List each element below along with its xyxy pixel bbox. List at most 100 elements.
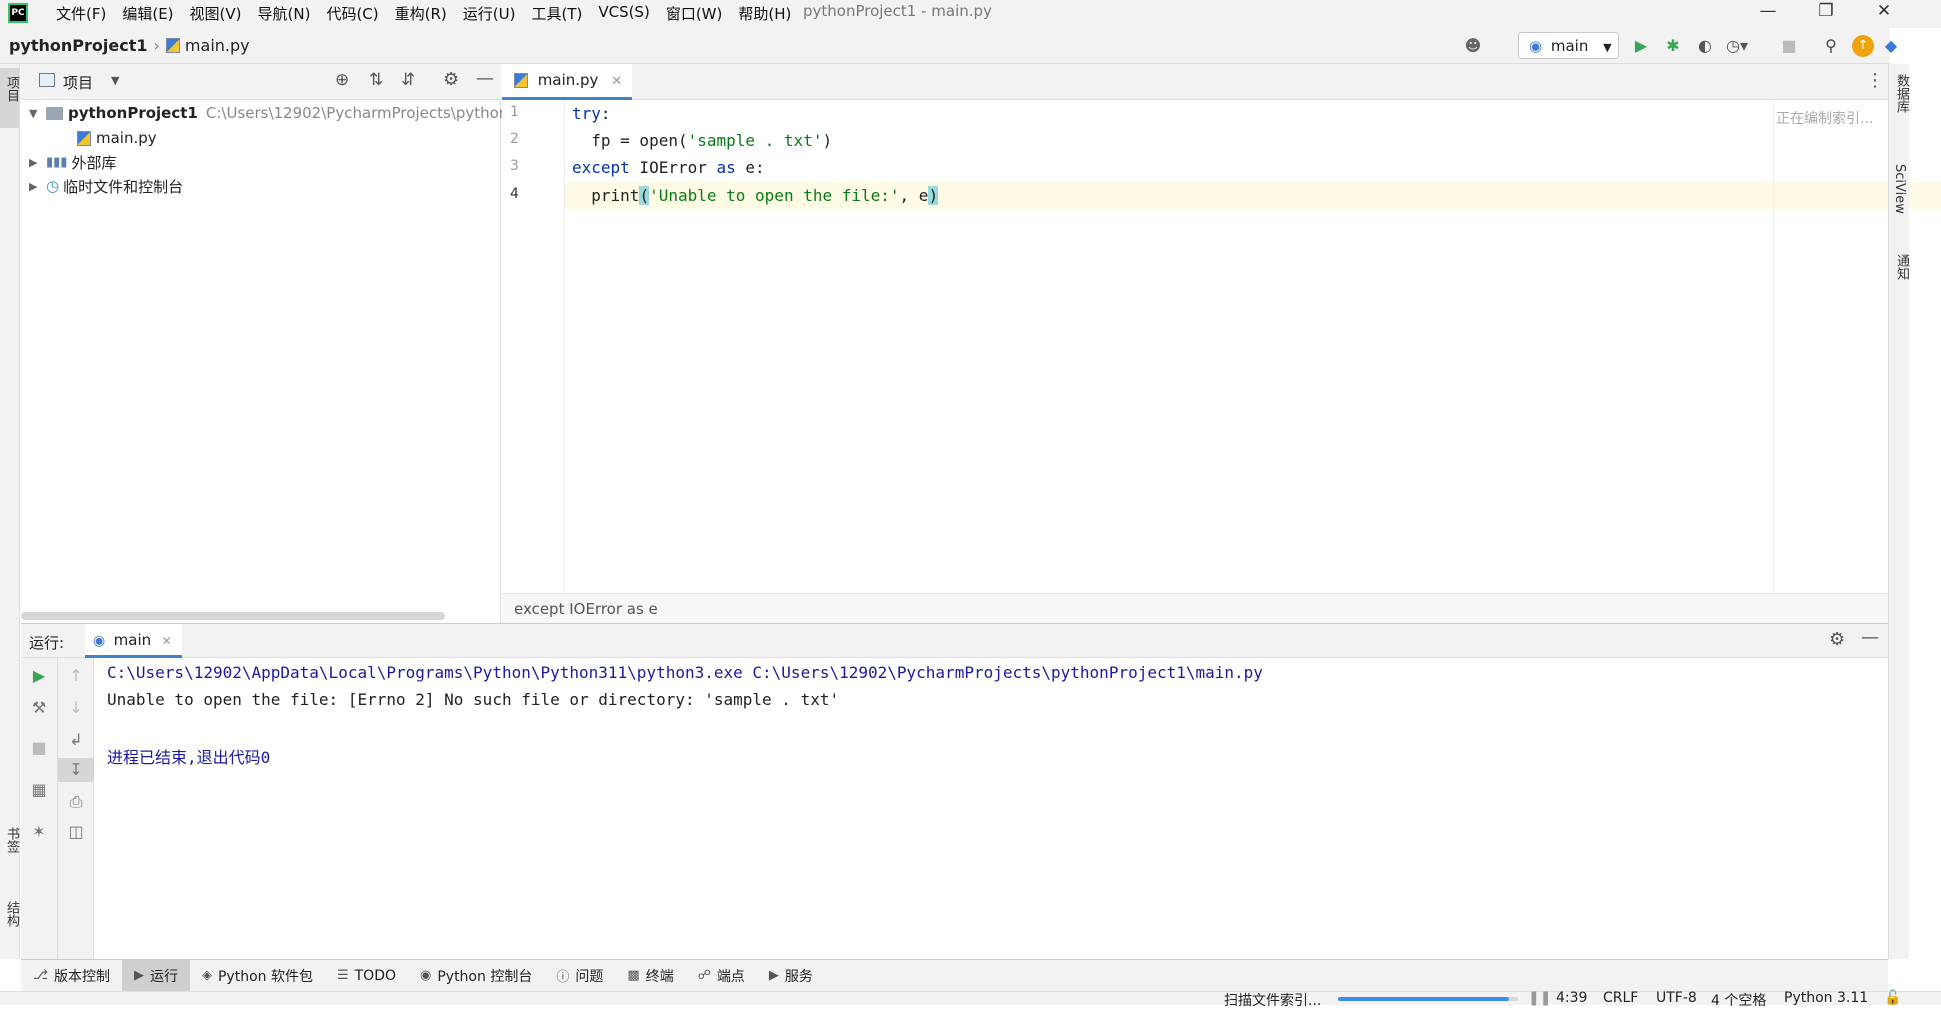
hide-panel-icon[interactable]: — bbox=[1861, 627, 1879, 648]
collapse-all-icon[interactable]: ⇵ bbox=[401, 70, 415, 90]
wrench-icon[interactable]: ⚒ bbox=[21, 698, 57, 717]
menu-tools[interactable]: 工具(T) bbox=[523, 0, 590, 24]
line-number: 4 bbox=[510, 186, 519, 202]
tool-bookmarks-toggle[interactable]: 书签 bbox=[2, 827, 21, 853]
menu-edit[interactable]: 编辑(E) bbox=[114, 0, 181, 24]
tool-terminal[interactable]: ▩ 终端 bbox=[615, 960, 685, 992]
tree-item-external-libraries[interactable]: ▶ ▮▮▮ 外部库 bbox=[29, 150, 116, 174]
tool-python-packages[interactable]: ◈ Python 软件包 bbox=[190, 960, 325, 992]
tool-run[interactable]: ▶ 运行 bbox=[121, 959, 190, 992]
soft-wrap-icon[interactable]: ↲ bbox=[58, 730, 94, 749]
project-panel-title[interactable]: 项目 bbox=[63, 72, 93, 93]
project-panel: 项目 ▼ ⊕ ⇅ ⇵ ⚙ — ▼ pythonProject1 C:\Users… bbox=[21, 64, 517, 623]
expand-all-icon[interactable]: ⇅ bbox=[369, 70, 383, 90]
more-icon[interactable]: ⋮ bbox=[1866, 70, 1884, 91]
search-icon[interactable]: ⚲ bbox=[1820, 35, 1842, 57]
rerun-icon[interactable]: ▶ bbox=[21, 666, 57, 685]
indexing-status[interactable]: 扫描文件索引... bbox=[1224, 990, 1321, 1010]
endpoints-icon: ☍ bbox=[697, 968, 711, 983]
menu-code[interactable]: 代码(C) bbox=[318, 0, 386, 24]
restore-icon[interactable]: ❐ bbox=[1797, 0, 1855, 24]
debug-icon[interactable]: ✱ bbox=[1662, 35, 1684, 57]
update-icon[interactable]: ↑ bbox=[1852, 35, 1874, 57]
line-separator[interactable]: CRLF bbox=[1603, 990, 1638, 1006]
console-output[interactable]: C:\Users\12902\AppData\Local\Programs\Py… bbox=[94, 658, 1888, 959]
minimize-icon[interactable]: — bbox=[1739, 0, 1797, 24]
left-tool-stripe: 项目 书签 结构 bbox=[0, 64, 20, 959]
scroll-to-end-icon[interactable]: ↧ bbox=[58, 758, 94, 782]
tree-item-main-py[interactable]: main.py bbox=[77, 126, 157, 150]
library-icon: ▮▮▮ bbox=[46, 154, 68, 170]
tool-python-console[interactable]: ◉ Python 控制台 bbox=[408, 960, 544, 992]
breadcrumb-project[interactable]: pythonProject1 bbox=[9, 36, 148, 55]
tool-database-toggle[interactable]: 数据库 bbox=[1892, 74, 1911, 113]
tool-version-control[interactable]: ⎇ 版本控制 bbox=[21, 960, 122, 992]
tree-item-scratches[interactable]: ▶ ◷ 临时文件和控制台 bbox=[29, 174, 183, 198]
trash-icon[interactable]: ◫ bbox=[58, 822, 94, 841]
gear-icon[interactable]: ⚙ bbox=[1829, 629, 1845, 650]
locate-icon[interactable]: ⊕ bbox=[335, 70, 349, 90]
stop-icon[interactable]: ■ bbox=[1778, 35, 1800, 57]
tool-project-toggle[interactable]: 项目 bbox=[2, 76, 21, 102]
packages-icon: ◈ bbox=[201, 968, 212, 983]
run-tab-main[interactable]: ◉ main ✕ bbox=[85, 624, 182, 658]
run-icon[interactable]: ▶ bbox=[1630, 35, 1652, 57]
tree-item-project-root[interactable]: ▼ pythonProject1 C:\Users\12902\PycharmP… bbox=[29, 101, 517, 125]
tool-todo[interactable]: ☰ TODO bbox=[325, 960, 408, 992]
chevron-down-icon[interactable]: ▼ bbox=[111, 74, 119, 87]
close-tab-icon[interactable]: ✕ bbox=[611, 74, 622, 89]
tool-sciview-toggle[interactable]: SciView bbox=[1892, 164, 1907, 214]
horizontal-scrollbar[interactable] bbox=[21, 612, 445, 620]
indent-setting[interactable]: 4 个空格 bbox=[1711, 990, 1766, 1010]
pause-icon[interactable]: ❚❚ bbox=[1528, 990, 1551, 1006]
python-interpreter[interactable]: Python 3.11 bbox=[1784, 990, 1868, 1006]
lock-icon[interactable]: 🔓 bbox=[1884, 990, 1901, 1006]
hide-panel-icon[interactable]: — bbox=[476, 68, 494, 89]
editor-right-gutter bbox=[1773, 100, 1888, 593]
tab-main-py[interactable]: main.py ✕ bbox=[502, 64, 633, 100]
close-window-icon[interactable]: ✕ bbox=[1855, 0, 1913, 24]
python-file-icon bbox=[514, 73, 528, 88]
indexing-hint: 正在编制索引... bbox=[1776, 111, 1874, 127]
code-editor[interactable]: try: fp = open('sample . txt') except IO… bbox=[565, 100, 1941, 593]
profile-icon[interactable]: ◷▾ bbox=[1726, 35, 1748, 57]
file-encoding[interactable]: UTF-8 bbox=[1656, 990, 1697, 1006]
arrow-down-icon[interactable]: ↓ bbox=[58, 698, 94, 717]
run-panel-label: 运行: bbox=[29, 634, 65, 652]
menu-help[interactable]: 帮助(H) bbox=[730, 0, 799, 24]
tool-services[interactable]: ▶ 服务 bbox=[757, 960, 825, 992]
tool-notifications-toggle[interactable]: 通知 bbox=[1892, 254, 1911, 280]
stop-icon[interactable]: ■ bbox=[21, 738, 57, 757]
menu-navigate[interactable]: 导航(N) bbox=[250, 0, 319, 24]
run-tab-label: main bbox=[113, 631, 152, 649]
terminal-icon: ▩ bbox=[627, 968, 640, 983]
gear-icon[interactable]: ⚙ bbox=[443, 69, 459, 90]
run-icon: ▶ bbox=[133, 968, 144, 983]
menu-view[interactable]: 视图(V) bbox=[182, 0, 250, 24]
tree-item-label: 临时文件和控制台 bbox=[63, 177, 184, 196]
coverage-icon[interactable]: ◐ bbox=[1694, 35, 1716, 57]
layout-icon[interactable]: ▦ bbox=[21, 780, 57, 799]
menu-run[interactable]: 运行(U) bbox=[455, 0, 524, 24]
ai-assistant-icon[interactable]: ◆ bbox=[1880, 35, 1902, 57]
run-config-select[interactable]: ◉ main ▼ bbox=[1518, 32, 1619, 59]
breadcrumb-file[interactable]: main.py bbox=[185, 36, 250, 55]
editor-breadcrumb[interactable]: except IOError as e bbox=[502, 593, 1888, 623]
menu-file[interactable]: 文件(F) bbox=[48, 0, 114, 24]
print-icon[interactable]: ⎙ bbox=[58, 792, 94, 812]
console-line: C:\Users\12902\AppData\Local\Programs\Py… bbox=[107, 663, 1263, 682]
menu-window[interactable]: 窗口(W) bbox=[658, 0, 731, 24]
pin-icon[interactable]: ✶ bbox=[21, 822, 57, 841]
tool-problems[interactable]: ⓘ 问题 bbox=[544, 960, 615, 992]
arrow-up-icon[interactable]: ↑ bbox=[58, 666, 94, 685]
project-panel-header: 项目 ▼ ⊕ ⇅ ⇵ ⚙ — bbox=[21, 64, 501, 100]
menu-vcs[interactable]: VCS(S) bbox=[590, 0, 657, 24]
close-tab-icon[interactable]: ✕ bbox=[162, 634, 172, 648]
tool-structure-toggle[interactable]: 结构 bbox=[2, 901, 21, 927]
user-icon[interactable]: ☻▾ bbox=[1462, 35, 1484, 77]
tool-endpoints[interactable]: ☍ 端点 bbox=[686, 960, 757, 992]
caret-position[interactable]: 4:39 bbox=[1556, 990, 1587, 1006]
branch-icon: ⎇ bbox=[33, 968, 48, 983]
python-console-icon: ◉ bbox=[420, 968, 432, 983]
menu-refactor[interactable]: 重构(R) bbox=[387, 0, 455, 24]
